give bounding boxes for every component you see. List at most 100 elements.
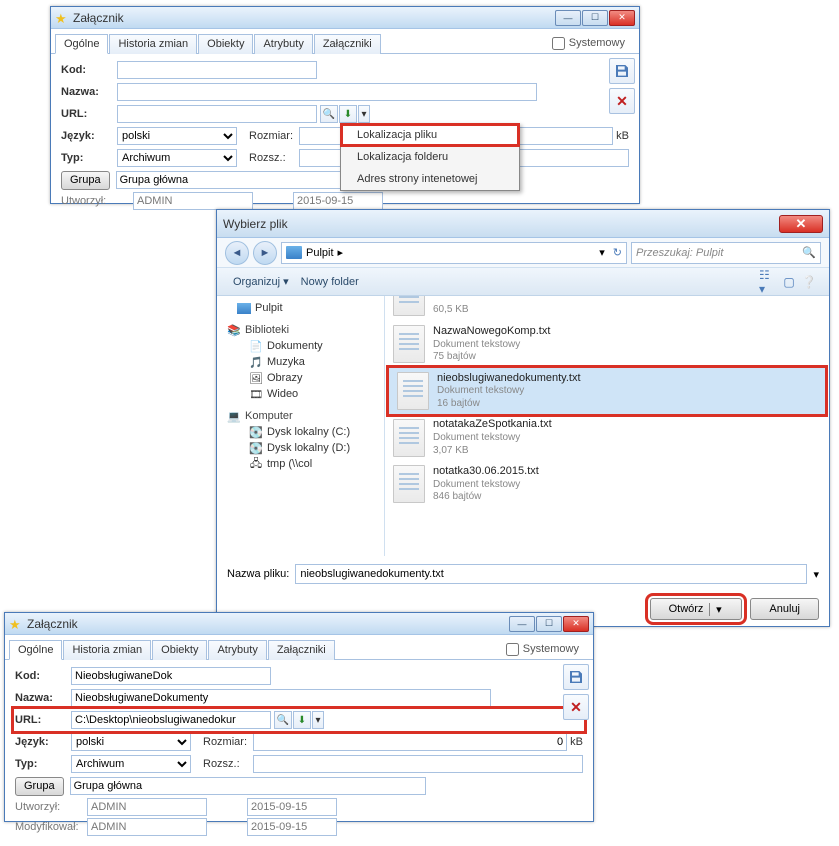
jezyk-label: Język: [15,736,71,748]
jezyk-select[interactable]: polski [71,733,191,751]
tab-obiekty[interactable]: Obiekty [152,640,207,660]
tree-biblioteki[interactable]: 📚Biblioteki [223,322,378,338]
zoom-icon[interactable]: 🔍 [320,105,338,123]
cancel-button[interactable]: Anuluj [750,598,819,620]
kod-input[interactable] [71,667,271,685]
fd-toolbar: Organizuj ▾ Nowy folder ☷ ▾ ▢ ❔ [217,268,829,296]
file-item-3[interactable]: notatakaZeSpotkania.txtDokument tekstowy… [385,414,829,461]
typ-select[interactable]: Archiwum [117,149,237,167]
kb-label: kB [570,736,583,748]
tree-dokumenty[interactable]: 📄Dokumenty [223,338,378,354]
search-input[interactable]: Przeszukaj: Pulpit 🔍 [631,242,821,264]
filename-input[interactable] [295,564,807,584]
tree-drive-d[interactable]: 💽Dysk lokalny (D:) [223,440,378,456]
systemowy-label: Systemowy [569,37,625,49]
tab-zalaczniki[interactable]: Załączniki [268,640,335,660]
kod-label: Kod: [15,670,71,682]
tree-wideo[interactable]: 🎞Wideo [223,386,378,402]
ctx-lokalizacja-pliku[interactable]: Lokalizacja pliku [341,124,519,146]
nazwa-input[interactable] [71,689,491,707]
grupa-input[interactable] [70,777,426,795]
minimize-button[interactable]: — [555,10,581,26]
close-button[interactable]: ✕ [563,616,589,632]
fd-titlebar[interactable]: Wybierz plik ✕ [217,210,829,238]
rozmiar-input[interactable] [253,733,567,751]
file-item-selected[interactable]: nieobslugiwanedokumenty.txtDokument teks… [389,368,825,415]
search-placeholder: Przeszukaj: Pulpit [636,247,723,259]
view-icon[interactable]: ☷ ▾ [759,272,779,292]
delete-button[interactable]: ✕ [563,694,589,720]
refresh-icon[interactable]: ↻ [613,246,622,259]
preview-icon[interactable]: ▢ [779,272,799,292]
tab-ogolne[interactable]: Ogólne [55,34,108,54]
file-item-partial[interactable]: 60,5 KB [385,296,829,321]
rozmiar-label: Rozmiar: [203,736,253,748]
maximize-button[interactable]: ☐ [536,616,562,632]
drive-icon: 💽 [249,443,263,454]
ctx-adres-strony[interactable]: Adres strony intenetowej [341,168,519,190]
window-title-1: Załącznik [73,11,555,25]
save-button[interactable] [563,664,589,690]
open-location-button[interactable]: ⬇ [293,711,311,729]
tab-atrybuty[interactable]: Atrybuty [254,34,312,54]
typ-label: Typ: [15,758,71,770]
fd-title: Wybierz plik [223,217,779,231]
window-title-2: Załącznik [27,617,509,631]
help-icon[interactable]: ❔ [799,272,819,292]
breadcrumb[interactable]: Pulpit ▸ ▾ ↻ [281,242,627,264]
file-icon [397,372,429,410]
grupa-button[interactable]: Grupa [61,171,110,190]
zoom-icon[interactable]: 🔍 [274,711,292,729]
tab-zalaczniki[interactable]: Załączniki [314,34,381,54]
ctx-lokalizacja-folderu[interactable]: Lokalizacja folderu [341,146,519,168]
open-button[interactable]: Otwórz▾ [650,598,743,620]
tab-historia[interactable]: Historia zmian [63,640,151,660]
tab-obiekty[interactable]: Obiekty [198,34,253,54]
typ-select[interactable]: Archiwum [71,755,191,773]
dropdown-icon[interactable]: ▾ [358,105,370,123]
tree-obrazy[interactable]: 🖼Obrazy [223,370,378,386]
systemowy-checkbox[interactable] [552,37,565,50]
utworzyl-date [247,798,337,816]
new-folder-button[interactable]: Nowy folder [295,273,365,291]
utworzyl-label: Utworzył: [61,195,133,207]
fd-close-button[interactable]: ✕ [779,215,823,233]
systemowy-checkbox[interactable] [506,643,519,656]
titlebar-2[interactable]: ★ Załącznik — ☐ ✕ [5,613,593,635]
file-icon [393,465,425,503]
delete-button[interactable]: ✕ [609,88,635,114]
url-label: URL: [15,714,71,726]
open-location-button[interactable]: ⬇ [339,105,357,123]
grupa-button[interactable]: Grupa [15,777,64,796]
maximize-button[interactable]: ☐ [582,10,608,26]
filename-dropdown-icon[interactable]: ▾ [813,568,819,581]
nazwa-input[interactable] [117,83,537,101]
tree-tmp[interactable]: 🖧tmp (\\col [223,456,378,472]
chevron-down-icon[interactable]: ▾ [599,246,605,259]
titlebar-1[interactable]: ★ Załącznik — ☐ ✕ [51,7,639,29]
file-item-4[interactable]: notatka30.06.2015.txtDokument tekstowy84… [385,461,829,508]
kod-input[interactable] [117,61,317,79]
back-button[interactable]: ◄ [225,241,249,265]
rozsz-input[interactable] [253,755,583,773]
minimize-button[interactable]: — [509,616,535,632]
save-button[interactable] [609,58,635,84]
tree-komputer[interactable]: 💻Komputer [223,408,378,424]
close-button[interactable]: ✕ [609,10,635,26]
jezyk-select[interactable]: polski [117,127,237,145]
tree-pulpit[interactable]: Pulpit [223,300,378,316]
tab-atrybuty[interactable]: Atrybuty [208,640,266,660]
kb-label: kB [616,130,629,142]
dropdown-icon[interactable]: ▾ [312,711,324,729]
tree-muzyka[interactable]: 🎵Muzyka [223,354,378,370]
tree-drive-c[interactable]: 💽Dysk lokalny (C:) [223,424,378,440]
star-icon: ★ [9,617,23,631]
forward-button[interactable]: ► [253,241,277,265]
url-input[interactable] [71,711,271,729]
tab-ogolne[interactable]: Ogólne [9,640,62,660]
file-item-1[interactable]: NazwaNowegoKomp.txtDokument tekstowy75 b… [385,321,829,368]
open-dropdown-icon[interactable]: ▾ [709,603,723,616]
url-input[interactable] [117,105,317,123]
organize-button[interactable]: Organizuj ▾ [227,272,295,291]
tab-historia[interactable]: Historia zmian [109,34,197,54]
